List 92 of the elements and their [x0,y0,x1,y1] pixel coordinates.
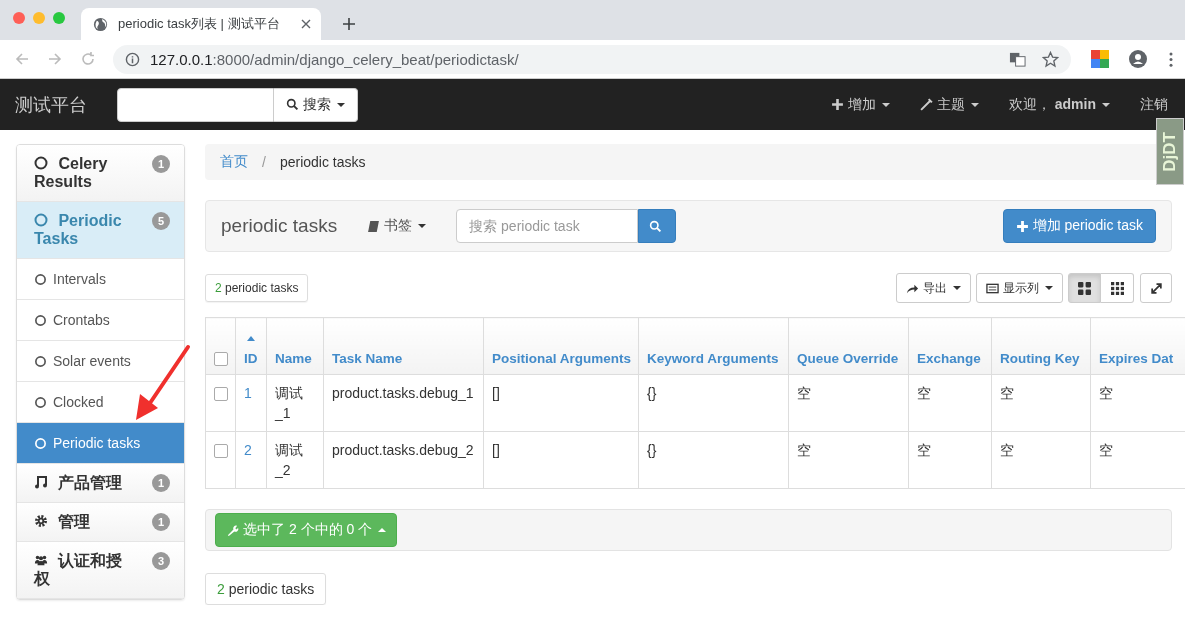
id-link[interactable]: 1 [244,385,252,401]
result-count: 2 periodic tasks [205,274,309,302]
sidebar-item[interactable]: Intervals [17,259,184,300]
add-button[interactable]: 增加 periodic task [1002,209,1156,243]
circle-icon [34,436,47,450]
breadcrumb-separator: / [262,154,266,170]
menu-dropdown[interactable]: 主题 [919,95,979,114]
search-icon [286,98,299,111]
bookmarks-dropdown[interactable]: 书签 [367,217,427,235]
table-cell: 空 [1000,385,1014,401]
wrench-icon [226,523,239,537]
result-count: 2 periodic tasks [205,573,327,605]
table-cell: 空 [797,385,811,401]
table-cell: 空 [917,442,931,458]
account-icon[interactable] [1129,50,1147,68]
brand-link[interactable]: 测试平台 [15,92,117,117]
sidebar-group[interactable]: 认证和授权 3 [17,542,184,599]
breadcrumb-current: periodic tasks [279,154,366,170]
circle-icon [34,156,48,170]
plus-icon [830,98,844,111]
fullscreen-button[interactable] [1140,273,1172,303]
circle-icon [34,395,47,409]
sidebar-group[interactable]: 管理 1 [17,503,184,542]
menu-icon[interactable] [1169,51,1173,67]
star-icon[interactable] [1042,50,1059,68]
table-cell: 调试_2 [275,442,303,478]
table-cell: {} [647,385,657,401]
circle-icon [34,313,47,327]
table-cell: product.tasks.debug_1 [332,385,474,401]
table-cell: 调试_1 [275,385,303,421]
url-text: 127.0.0.1:8000/admin/django_celery_beat/periodictask/ [150,50,519,68]
list-icon [986,281,999,295]
sidebar-item[interactable]: Periodic tasks [17,423,184,464]
music-note-icon [34,475,48,489]
count-badge: 1 [151,155,170,173]
cards-icon [1078,281,1091,295]
browser-tab[interactable]: periodic task列表 | 测试平台 [81,8,321,40]
sidebar-item[interactable]: Solar events [17,341,184,382]
view-toggle[interactable] [1068,273,1101,303]
table-cell: [] [492,385,500,401]
count-badge: 5 [151,212,170,230]
search-field[interactable] [117,87,274,122]
search-field[interactable]: 搜索 periodic task [456,209,639,243]
logout-link[interactable]: 注销 [1140,95,1168,114]
circle-icon [34,272,47,286]
table-cell: {} [647,442,657,458]
sidebar-item[interactable]: Clocked [17,382,184,423]
users-icon [34,553,48,567]
search-button[interactable] [638,209,677,243]
table-cell: 空 [1099,385,1113,401]
table-cell: 空 [917,385,931,401]
grid-icon [1110,281,1124,295]
sort-ascending-icon [246,336,255,341]
breadcrumb-link[interactable]: 首页 [220,153,248,171]
table-cell: product.tasks.debug_2 [332,442,474,458]
count-badge: 3 [151,552,170,570]
book-icon [367,219,381,233]
table-cell: 空 [797,442,811,458]
address-field[interactable]: 127.0.0.1:8000/admin/django_celery_beat/periodictask/ [113,44,1071,74]
extension-icon[interactable] [1091,50,1109,68]
sidebar-group[interactable]: Celery Results 1 [17,145,184,202]
close-icon[interactable] [301,19,311,29]
info-icon [125,51,140,67]
view-toggle[interactable] [1101,273,1134,303]
expand-icon [1149,281,1163,295]
table-cell: 空 [1099,442,1113,458]
id-link[interactable]: 2 [244,442,252,458]
row-checkbox[interactable] [214,444,228,459]
search-icon [648,219,662,233]
row-checkbox[interactable] [214,387,228,402]
pencil-icon [919,98,933,111]
columns-dropdown[interactable]: 显示列 [976,273,1063,303]
sidebar-item[interactable]: Crontabs [17,300,184,341]
circle-icon [34,354,47,368]
export-dropdown[interactable]: 导出 [896,273,971,303]
translate-icon[interactable] [1009,50,1026,68]
plus-icon[interactable] [343,18,355,30]
menu-dropdown[interactable]: 增加 [830,95,890,114]
select-all-checkbox[interactable] [214,352,228,366]
close-window-icon[interactable] [13,12,25,24]
page-title: periodic tasks [221,215,338,237]
plus-icon [1015,219,1029,233]
menu-dropdown[interactable]: 欢迎，admin [1008,95,1110,114]
count-badge: 1 [151,474,170,492]
count-badge: 1 [151,513,170,531]
globe-icon [93,16,108,32]
search-button[interactable]: 搜索 [274,87,358,122]
circle-icon [34,213,48,227]
table-cell: [] [492,442,500,458]
sidebar-group[interactable]: 产品管理 1 [17,464,184,503]
gear-icon [34,514,48,528]
table-cell: 空 [1000,442,1014,458]
